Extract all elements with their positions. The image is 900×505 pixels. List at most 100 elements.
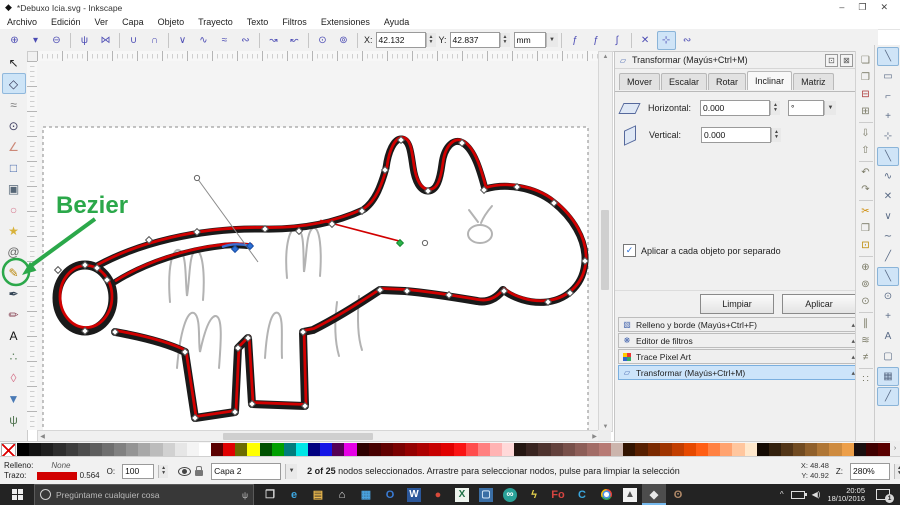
- access-icon[interactable]: ●: [426, 484, 450, 505]
- palette-swatch[interactable]: [454, 443, 466, 456]
- unit-dropdown-arrow[interactable]: ▼: [824, 101, 836, 115]
- break-nodes-icon[interactable]: ψ: [75, 31, 94, 50]
- snap-others-icon[interactable]: ╲: [877, 267, 899, 286]
- layer-dropdown-arrow[interactable]: ▼: [285, 464, 297, 479]
- palette-swatch[interactable]: [247, 443, 259, 456]
- palette-swatch[interactable]: [296, 443, 308, 456]
- palette-swatch[interactable]: [829, 443, 841, 456]
- edit-clip-icon[interactable]: ƒ: [566, 31, 585, 50]
- tool-selector[interactable]: ↖: [2, 52, 26, 73]
- tool-star[interactable]: ★: [2, 220, 26, 241]
- snap-text-baseline-icon[interactable]: A: [877, 327, 899, 346]
- clone-icon[interactable]: ≋: [858, 332, 874, 348]
- tab-escalar[interactable]: Escalar: [661, 73, 707, 90]
- menu-edicion[interactable]: Edición: [44, 15, 88, 29]
- auto-node-icon[interactable]: ∾: [236, 31, 255, 50]
- palette-swatch[interactable]: [17, 443, 29, 456]
- redo-icon[interactable]: ↷: [858, 181, 874, 197]
- speaker-icon[interactable]: ◀): [812, 490, 821, 499]
- palette-swatch[interactable]: [417, 443, 429, 456]
- palette-swatch[interactable]: [66, 443, 78, 456]
- stroke-color-swatch[interactable]: [37, 472, 77, 480]
- snap-object-centers-icon[interactable]: ⊙: [877, 287, 899, 306]
- palette-swatch[interactable]: [344, 443, 356, 456]
- clock[interactable]: 20:05 18/10/2016: [827, 487, 865, 503]
- panel-close-button[interactable]: ⊠: [840, 54, 853, 67]
- palette-swatch[interactable]: [272, 443, 284, 456]
- palette-swatch[interactable]: [163, 443, 175, 456]
- y-coord-input[interactable]: 42.837: [450, 32, 500, 48]
- snap-guides-icon[interactable]: ╱: [877, 387, 899, 406]
- start-button[interactable]: [0, 484, 34, 505]
- palette-swatch[interactable]: [223, 443, 235, 456]
- palette-swatch[interactable]: [587, 443, 599, 456]
- open-document-icon[interactable]: ❐: [858, 69, 874, 85]
- palette-swatch[interactable]: [696, 443, 708, 456]
- tool-3dbox[interactable]: ▣: [2, 178, 26, 199]
- palette-swatch[interactable]: [805, 443, 817, 456]
- panel-transform[interactable]: ▱ Transformar (Mayús+Ctrl+M) ▴: [618, 365, 859, 380]
- palette-swatch[interactable]: [575, 443, 587, 456]
- corner-node-icon[interactable]: ∨: [173, 31, 192, 50]
- palette-swatch[interactable]: [781, 443, 793, 456]
- snap-bbox-edges-icon[interactable]: ⌐: [877, 87, 899, 106]
- menu-archivo[interactable]: Archivo: [0, 15, 44, 29]
- edit-xml-icon[interactable]: ∷: [858, 371, 874, 387]
- palette-swatch[interactable]: [490, 443, 502, 456]
- opacity-spinner[interactable]: ▲▼: [158, 465, 168, 478]
- menu-capa[interactable]: Capa: [115, 15, 151, 29]
- line-to-curve-icon[interactable]: ↝: [264, 31, 283, 50]
- undo-icon[interactable]: ↶: [858, 164, 874, 180]
- excel-icon[interactable]: X: [455, 488, 469, 502]
- menu-ayuda[interactable]: Ayuda: [377, 15, 416, 29]
- copy-icon[interactable]: ❒: [858, 220, 874, 236]
- new-document-icon[interactable]: ❏: [858, 52, 874, 68]
- palette-swatch[interactable]: [684, 443, 696, 456]
- layer-visibility-icon[interactable]: [178, 467, 191, 476]
- horizontal-input[interactable]: 0.000: [700, 100, 770, 116]
- palette-swatch[interactable]: [514, 443, 526, 456]
- palette-swatch[interactable]: [235, 443, 247, 456]
- tool-tweak[interactable]: ≈: [2, 94, 26, 115]
- tool-spiral[interactable]: @: [2, 241, 26, 262]
- palette-swatch[interactable]: [90, 443, 102, 456]
- battery-icon[interactable]: [791, 491, 805, 499]
- palette-swatch[interactable]: [878, 443, 890, 456]
- tool-eraser[interactable]: ◊: [2, 367, 26, 388]
- apply-button[interactable]: Aplicar: [782, 294, 856, 314]
- menu-extensiones[interactable]: Extensiones: [314, 15, 377, 29]
- tab-inclinar[interactable]: Inclinar: [747, 71, 792, 90]
- edge-browser-icon[interactable]: e: [282, 484, 306, 505]
- vertical-input[interactable]: 0.000: [701, 127, 771, 143]
- import-icon[interactable]: ⇩: [858, 125, 874, 141]
- dock-button[interactable]: ⊡: [825, 54, 838, 67]
- tool-measure[interactable]: ∠: [2, 136, 26, 157]
- tab-mover[interactable]: Mover: [619, 73, 660, 90]
- palette-swatch[interactable]: [53, 443, 65, 456]
- palette-swatch[interactable]: [526, 443, 538, 456]
- palette-swatch[interactable]: [769, 443, 781, 456]
- snap-nodes-icon[interactable]: ╲: [877, 147, 899, 166]
- tool-pencil[interactable]: ✎: [2, 262, 26, 283]
- palette-swatch[interactable]: [708, 443, 720, 456]
- zoom-selection-icon[interactable]: ⊕: [858, 259, 874, 275]
- tool-bezier[interactable]: ✒: [2, 283, 26, 304]
- symmetric-node-icon[interactable]: ≈: [215, 31, 234, 50]
- palette-swatch[interactable]: [660, 443, 672, 456]
- tool-calligraphy[interactable]: ✏: [2, 304, 26, 325]
- palette-swatch[interactable]: [745, 443, 757, 456]
- show-outline-icon[interactable]: ∫: [608, 31, 627, 50]
- apply-separately-checkbox[interactable]: ✓ Aplicar a cada objeto por separado: [623, 244, 781, 257]
- panel-filter-editor[interactable]: ❋ Editor de filtros ▴: [618, 333, 859, 348]
- stroke-to-path-icon[interactable]: ⊚: [334, 31, 353, 50]
- tray-chevron-icon[interactable]: ^: [780, 490, 784, 499]
- unlink-clone-icon[interactable]: ≠: [858, 349, 874, 365]
- minimize-button[interactable]: –: [839, 2, 844, 13]
- insert-node-menu-icon[interactable]: ▾: [26, 31, 45, 50]
- save-document-icon[interactable]: ⊟: [858, 86, 874, 102]
- smooth-node-icon[interactable]: ∿: [194, 31, 213, 50]
- palette-swatch[interactable]: [320, 443, 332, 456]
- word-icon[interactable]: W: [407, 488, 421, 502]
- ccleaner-icon[interactable]: C: [570, 484, 594, 505]
- snap-rotation-center-icon[interactable]: +: [877, 307, 899, 326]
